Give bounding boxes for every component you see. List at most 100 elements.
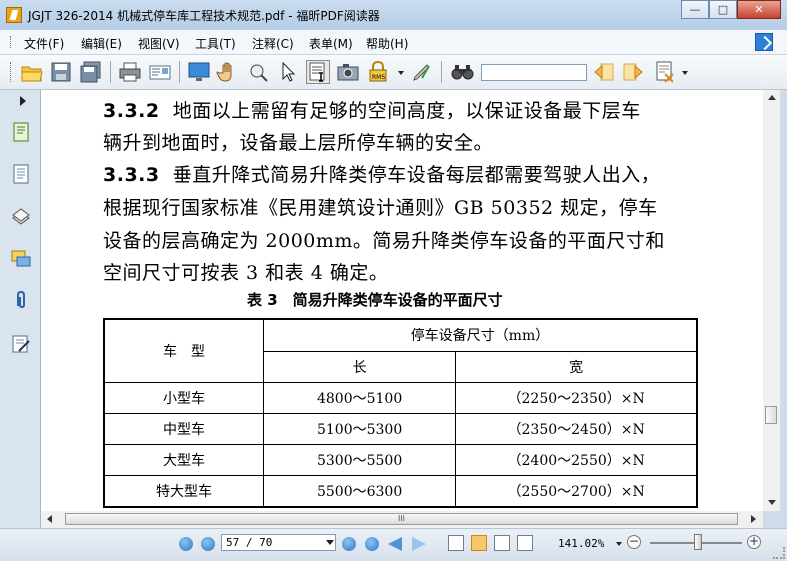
- menu-comments[interactable]: 注释(C): [252, 35, 294, 52]
- search-options-button[interactable]: [653, 60, 677, 84]
- select-tool-button[interactable]: [276, 60, 300, 84]
- next-page-button[interactable]: [342, 537, 356, 551]
- previous-page-button[interactable]: [201, 537, 215, 551]
- find-previous-button[interactable]: [592, 60, 616, 84]
- title-bar: JGJT 326-2014 机械式停车库工程技术规范.pdf - 福昕PDF阅读…: [0, 0, 787, 30]
- hand-tool-button[interactable]: [216, 60, 240, 84]
- print-button[interactable]: [118, 60, 142, 84]
- bookmarks-panel-button[interactable]: [11, 122, 31, 142]
- menu-file[interactable]: 文件(F): [24, 35, 64, 52]
- find-previous-icon: [594, 63, 614, 81]
- paragraph-text: 垂直升降式简易升降类停车设备每层都需要驾驶人出入，: [172, 164, 661, 186]
- menu-forms[interactable]: 表单(M): [309, 35, 353, 52]
- width-cell: （2550～2700）×N: [455, 475, 698, 508]
- find-icon: [451, 65, 474, 80]
- length-cell: 5500～6300: [262, 475, 457, 508]
- paragraph-3-3-2-line1: 3.3.2 地面以上需留有足够的空间高度，以保证设备最下层车: [103, 96, 641, 123]
- email-button[interactable]: [148, 60, 172, 84]
- save-icon: [51, 62, 71, 82]
- page-dropdown-arrow-icon[interactable]: [326, 540, 334, 545]
- column-header-type: 车 型: [103, 318, 264, 383]
- toolbar-separator: [441, 61, 442, 83]
- snapshot-button[interactable]: [336, 60, 360, 84]
- zoom-dropdown-arrow-icon[interactable]: [616, 542, 622, 546]
- scroll-up-arrow-icon[interactable]: [768, 95, 776, 100]
- table-caption: 表 3 简易升降类停车设备的平面尺寸: [247, 291, 503, 309]
- zoom-out-button[interactable]: −: [627, 535, 641, 549]
- rms-button[interactable]: RMS: [367, 60, 391, 84]
- paragraph-3-3-3-line4: 空间尺寸可按表 3 和表 4 确定。: [103, 262, 389, 284]
- continuous-facing-view-button[interactable]: [517, 535, 533, 551]
- sign-button[interactable]: [410, 60, 434, 84]
- text-select-button[interactable]: [306, 60, 330, 84]
- pages-panel-button[interactable]: [11, 164, 31, 184]
- toolbar: RMS: [0, 55, 787, 90]
- vehicle-type-cell: 大型车: [103, 444, 264, 476]
- facing-view-button[interactable]: [494, 535, 510, 551]
- menu-help[interactable]: 帮助(H): [366, 35, 408, 52]
- page-number-field[interactable]: 57 / 70: [221, 534, 336, 551]
- scroll-left-arrow-icon[interactable]: [47, 515, 52, 523]
- zoom-tool-icon: [250, 64, 268, 82]
- go-back-arrow-icon[interactable]: [388, 537, 402, 551]
- paragraph-text: 地面以上需留有足够的空间高度，以保证设备最下层车: [172, 100, 641, 122]
- expand-panel-arrow-icon[interactable]: [20, 96, 26, 106]
- last-page-button[interactable]: [365, 537, 379, 551]
- layers-panel-button[interactable]: [11, 206, 31, 226]
- zoom-level[interactable]: 141.02%: [558, 537, 604, 550]
- menu-view[interactable]: 视图(V): [138, 35, 180, 52]
- save-button[interactable]: [49, 60, 73, 84]
- vertical-scroll-thumb[interactable]: [765, 406, 777, 424]
- vertical-scrollbar[interactable]: [763, 90, 780, 511]
- vehicle-type-cell: 小型车: [103, 382, 264, 414]
- window-controls: — □ ✕: [681, 0, 781, 20]
- go-forward-arrow-icon[interactable]: [412, 537, 426, 551]
- search-options-dropdown-arrow[interactable]: [682, 71, 688, 75]
- paragraph-3-3-3-line2: 根据现行国家标准《民用建筑设计通则》GB 50352 规定，停车: [103, 197, 658, 219]
- find-next-button[interactable]: [621, 60, 645, 84]
- minimize-button[interactable]: —: [681, 0, 709, 19]
- resize-grip-icon[interactable]: [773, 547, 785, 559]
- rms-icon: RMS: [369, 60, 387, 82]
- menu-edit[interactable]: 编辑(E): [81, 35, 122, 52]
- menu-grip[interactable]: [10, 36, 13, 48]
- toolbar-separator: [179, 61, 180, 83]
- length-cell: 5100～5300: [262, 413, 457, 445]
- table-row: 中型车 5100～5300 （2350～2450）×N: [103, 413, 698, 445]
- single-page-view-button[interactable]: [448, 535, 464, 551]
- signatures-panel-button[interactable]: [11, 334, 31, 354]
- expand-window-icon[interactable]: [755, 33, 773, 51]
- comments-panel-button[interactable]: [11, 248, 31, 268]
- menu-tools[interactable]: 工具(T): [195, 35, 236, 52]
- sign-icon: [413, 64, 430, 81]
- width-cell: （2400～2550）×N: [455, 444, 698, 476]
- attachments-panel-button[interactable]: [11, 290, 31, 310]
- table-row: 特大型车 5500～6300 （2550～2700）×N: [103, 475, 698, 508]
- scroll-right-arrow-icon[interactable]: [751, 515, 756, 523]
- rms-dropdown-arrow[interactable]: [398, 71, 404, 75]
- scroll-down-arrow-icon[interactable]: [768, 500, 776, 505]
- horizontal-scroll-thumb[interactable]: III: [65, 513, 738, 525]
- open-icon: [21, 66, 43, 82]
- zoom-slider-thumb[interactable]: [694, 534, 702, 550]
- length-cell: 4800～5100: [262, 382, 457, 414]
- maximize-button[interactable]: □: [709, 0, 737, 19]
- fullscreen-button[interactable]: [187, 60, 211, 84]
- open-button[interactable]: [20, 60, 44, 84]
- continuous-view-button[interactable]: [471, 535, 487, 551]
- search-input[interactable]: [481, 64, 587, 81]
- zoom-tool-button[interactable]: [246, 60, 270, 84]
- table-row: 小型车 4800～5100 （2250～2350）×N: [103, 382, 698, 414]
- toolbar-separator: [110, 61, 111, 83]
- first-page-button[interactable]: [179, 537, 193, 551]
- zoom-in-button[interactable]: +: [747, 535, 761, 549]
- horizontal-scrollbar[interactable]: III: [41, 511, 763, 528]
- document-view[interactable]: 3.3.2 地面以上需留有足够的空间高度，以保证设备最下层车 辆升到地面时，设备…: [41, 90, 763, 511]
- toolbar-grip[interactable]: [10, 62, 13, 82]
- close-button[interactable]: ✕: [737, 0, 781, 19]
- save-as-button[interactable]: [79, 60, 103, 84]
- section-number-3-3-3: 3.3.3: [103, 164, 160, 186]
- rms-label: RMS: [372, 74, 385, 81]
- find-button[interactable]: [450, 60, 474, 84]
- hand-icon: [216, 62, 232, 82]
